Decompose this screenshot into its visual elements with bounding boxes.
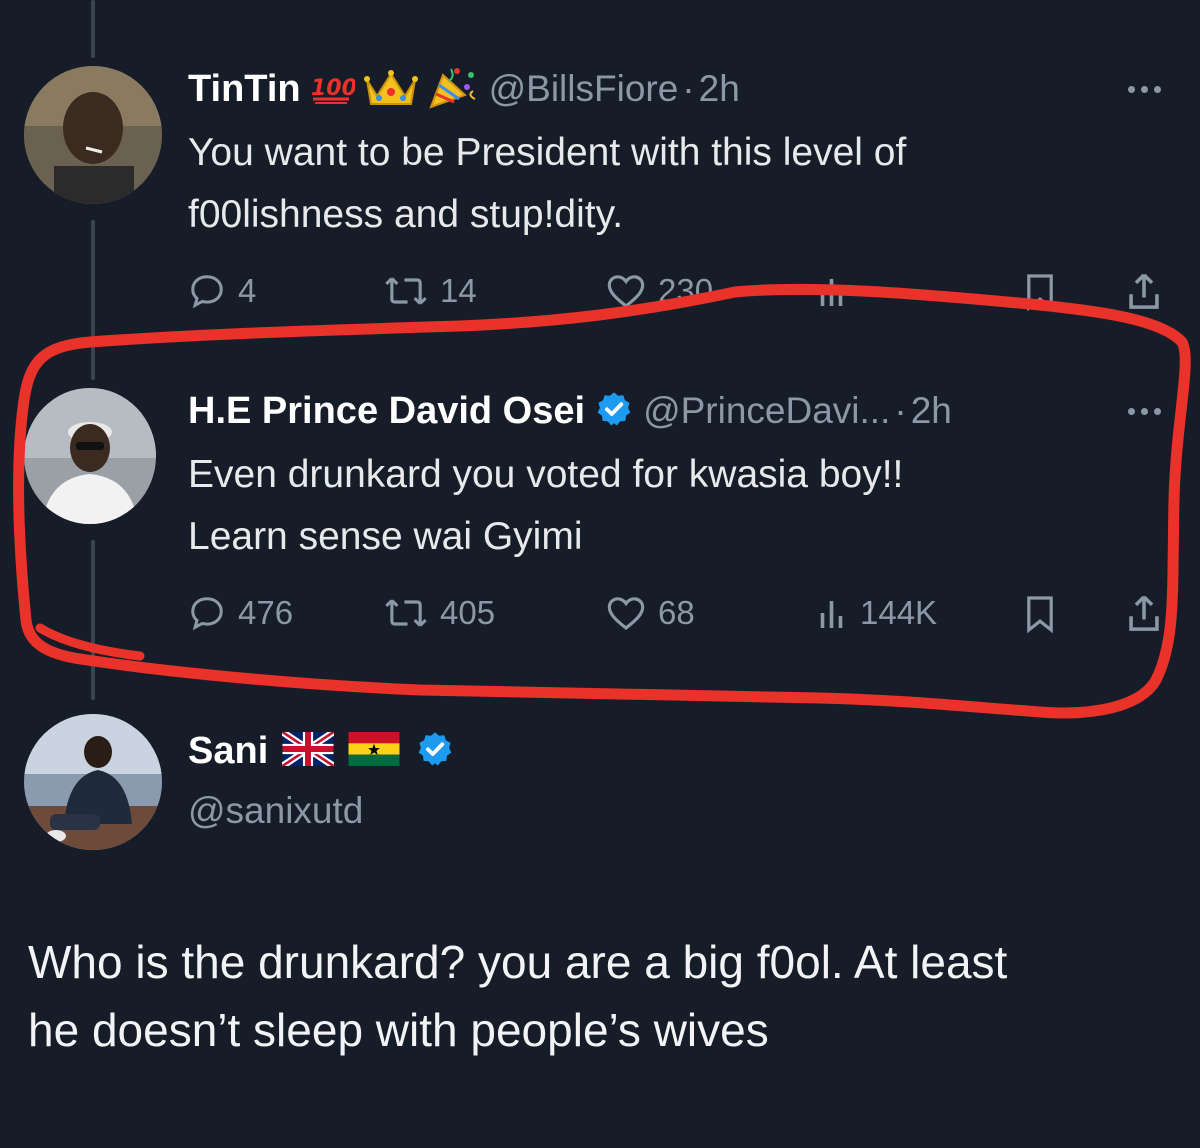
repost-button[interactable]: 405 [384, 594, 495, 632]
repost-count: 405 [440, 594, 496, 631]
thread-line-1 [91, 220, 95, 380]
separator-dot: · [682, 68, 695, 109]
share-button[interactable] [1126, 592, 1162, 634]
more-options-icon[interactable] [1128, 86, 1161, 93]
like-count: 68 [658, 594, 695, 631]
like-button[interactable]: 68 [606, 594, 695, 632]
reply-count: 476 [238, 594, 294, 631]
reply-button[interactable]: 4 [188, 272, 256, 310]
tweet-header: H.E Prince David Osei @PrinceDavi... · 2… [188, 386, 952, 436]
tweet-text-line: Even drunkard you voted for kwasia boy!! [188, 453, 904, 496]
tweet-header: Sani [188, 726, 454, 776]
repost-button[interactable]: 14 [384, 272, 477, 310]
crown-icon [363, 66, 419, 113]
ghana-flag-icon [348, 731, 400, 771]
views-count: 144K [860, 594, 938, 631]
tweet-text: Even drunkard you voted for kwasia boy!!… [188, 444, 903, 568]
verified-badge-icon [595, 390, 633, 433]
repost-icon [385, 277, 427, 305]
reply-icon [191, 275, 223, 309]
hundred-points-icon: 100 [309, 69, 357, 110]
tweet-text: You want to be President with this level… [188, 122, 906, 246]
like-count: 230 [658, 272, 714, 309]
display-name[interactable]: H.E Prince David Osei [188, 390, 585, 433]
avatar-photo-icon [24, 66, 162, 204]
handle[interactable]: @BillsFiore [489, 68, 679, 110]
reply-text: Who is the drunkard? you are a big f0ol.… [28, 928, 1178, 1064]
bookmark-icon [1027, 596, 1053, 634]
uk-flag-icon [280, 728, 336, 771]
thread-line-top [91, 0, 95, 58]
reply-text-line: he doesn’t sleep with people’s wives [28, 1004, 769, 1056]
like-button[interactable]: 230 [606, 272, 713, 310]
tweet-text-line: f00lishness and stup!dity. [188, 193, 624, 236]
more-options-icon[interactable] [1128, 408, 1161, 415]
share-icon [1129, 273, 1159, 309]
avatar-photo-icon [24, 714, 162, 850]
repost-count: 14 [440, 272, 477, 309]
timestamp[interactable]: 2h [699, 68, 740, 110]
party-popper-icon [427, 65, 479, 114]
tweet-text-line: You want to be President with this level… [188, 131, 907, 174]
reply-text-line: Who is the drunkard? you are a big f0ol.… [28, 936, 1008, 988]
bookmark-button[interactable] [1024, 272, 1056, 312]
avatar[interactable] [24, 388, 156, 524]
separator-dot: · [894, 390, 907, 431]
share-button[interactable] [1126, 270, 1162, 312]
bookmark-icon [1027, 274, 1053, 312]
handle[interactable]: @PrinceDavi... [643, 390, 890, 432]
reply-icon [191, 597, 223, 631]
handle[interactable]: @sanixutd [188, 790, 363, 832]
avatar[interactable] [24, 66, 162, 204]
share-icon [1129, 595, 1159, 631]
tweet-text-line: Learn sense wai Gyimi [188, 515, 583, 558]
display-name[interactable]: TinTin [188, 68, 301, 111]
repost-icon [385, 599, 427, 627]
views-button[interactable]: 144K [818, 594, 937, 632]
views-button[interactable] [818, 272, 848, 310]
bookmark-button[interactable] [1024, 594, 1056, 634]
avatar[interactable] [24, 714, 162, 850]
handle-line: @sanixutd [188, 786, 363, 836]
heart-icon [607, 597, 645, 631]
verified-badge-icon [416, 730, 454, 773]
heart-icon [607, 275, 645, 309]
views-icon [820, 601, 843, 628]
svg-text:100: 100 [311, 76, 355, 101]
views-icon [820, 279, 843, 306]
thread-line-2 [91, 540, 95, 700]
avatar-photo-icon [24, 388, 156, 524]
reply-count: 4 [238, 272, 257, 309]
reply-button[interactable]: 476 [188, 594, 293, 632]
tweet-header: TinTin 100 @BillsFiore · 2h [188, 64, 740, 114]
timestamp[interactable]: 2h [911, 390, 952, 432]
display-name[interactable]: Sani [188, 730, 268, 773]
